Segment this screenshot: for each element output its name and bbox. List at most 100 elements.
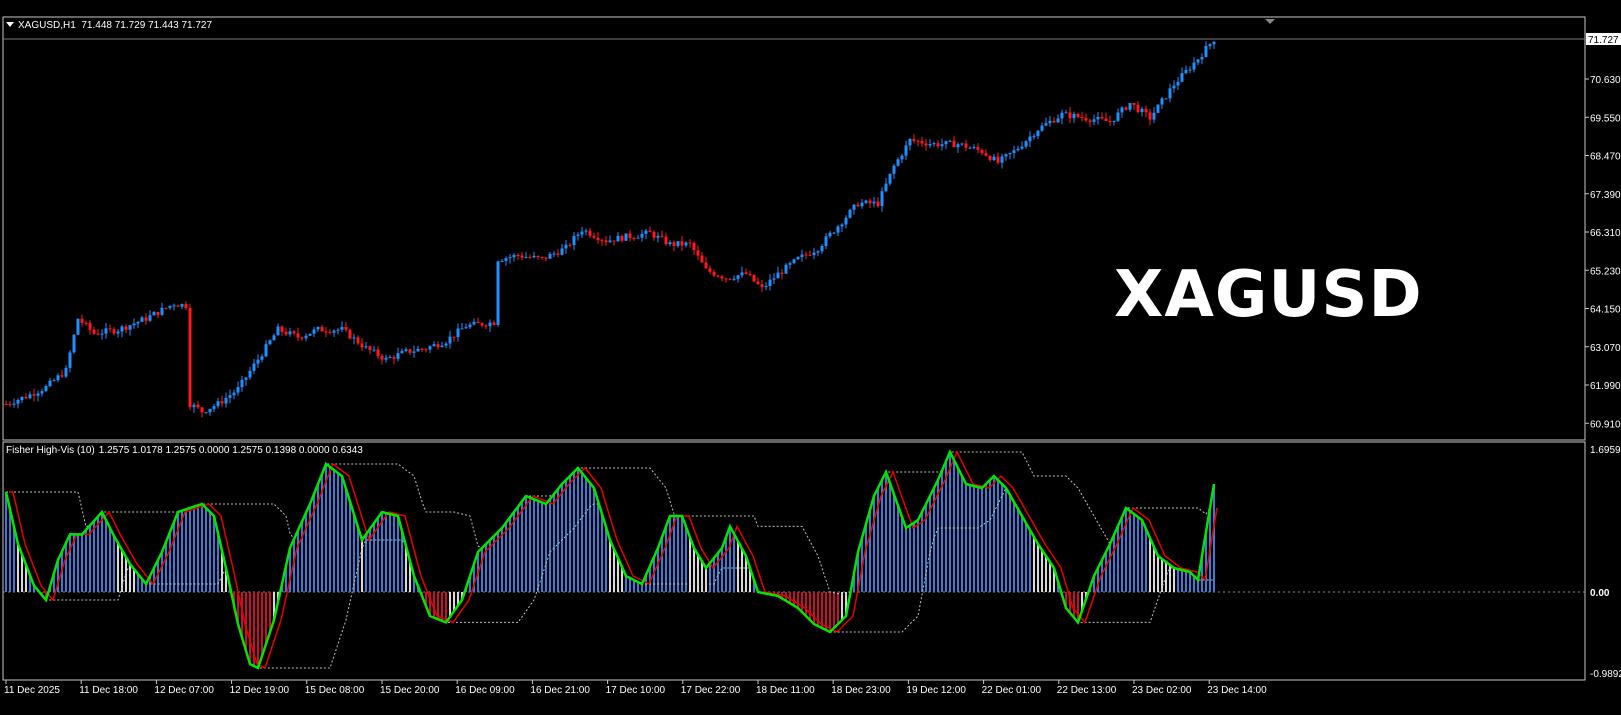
candle — [1120, 107, 1124, 113]
candle — [392, 357, 396, 359]
candle — [216, 401, 220, 407]
price-tick-label: 64.150 — [1590, 305, 1621, 316]
candle — [240, 379, 244, 388]
candle — [1092, 119, 1096, 122]
indicator-panel[interactable] — [2, 441, 1586, 681]
candle — [1000, 156, 1004, 163]
candle — [420, 348, 424, 350]
candle — [92, 329, 96, 334]
candle — [264, 344, 268, 357]
candle — [1084, 117, 1088, 121]
candle — [580, 231, 584, 235]
candle — [784, 264, 788, 274]
candle — [32, 394, 36, 396]
dropdown-triangle-icon[interactable] — [6, 22, 14, 27]
candle — [956, 144, 960, 148]
candle — [776, 272, 780, 279]
candle — [788, 263, 792, 265]
candle — [588, 230, 592, 236]
candle — [1008, 153, 1012, 155]
chart-shift-marker-icon[interactable] — [1265, 19, 1275, 24]
candle — [364, 346, 368, 348]
candle — [340, 327, 344, 330]
candle — [400, 350, 404, 354]
candle — [440, 345, 444, 348]
price-tick-label: 66.310 — [1590, 228, 1621, 239]
candle — [768, 279, 772, 287]
candle — [936, 143, 940, 147]
candle — [616, 235, 620, 242]
candle — [308, 333, 312, 336]
candle — [960, 143, 964, 145]
candle — [644, 230, 648, 234]
candle — [612, 240, 616, 242]
candle — [944, 141, 948, 145]
candle — [1204, 46, 1208, 57]
candle — [380, 355, 384, 360]
candle — [1096, 116, 1100, 120]
candle — [780, 272, 784, 274]
time-tick-label: 11 Dec 18:00 — [79, 685, 138, 696]
candle — [656, 235, 660, 238]
candle — [584, 230, 588, 232]
candle — [140, 317, 144, 322]
candle — [328, 332, 332, 334]
candle — [760, 284, 764, 287]
candle — [1020, 146, 1024, 149]
trading-chart[interactable]: 71.727 70.630 69.550 68.470 67.390 66.310 65.… — [0, 0, 1621, 715]
time-tick-label: 11 Dec 2025 — [4, 685, 60, 696]
candle — [884, 183, 888, 192]
candle — [516, 254, 520, 256]
candle — [836, 226, 840, 233]
candle — [304, 335, 308, 339]
candle — [844, 217, 848, 225]
candle — [96, 333, 100, 335]
candle — [648, 230, 652, 232]
candle — [220, 401, 224, 404]
candle — [168, 305, 172, 308]
time-tick-label: 22 Dec 01:00 — [982, 685, 1042, 696]
candle — [992, 156, 996, 161]
candle — [700, 255, 704, 263]
candle — [112, 329, 116, 334]
candle — [1088, 120, 1092, 122]
candle — [312, 329, 316, 334]
candle — [868, 200, 872, 204]
price-candles — [4, 41, 1216, 418]
candle — [16, 400, 20, 404]
candle — [552, 253, 556, 255]
candle — [604, 240, 608, 243]
time-tick-label: 15 Dec 20:00 — [380, 685, 440, 696]
candle — [732, 278, 736, 280]
candle — [852, 204, 856, 210]
candle — [980, 149, 984, 154]
time-tick-label: 18 Dec 23:00 — [831, 685, 891, 696]
candle — [932, 143, 936, 145]
time-tick-label: 22 Dec 13:00 — [1057, 685, 1117, 696]
candle — [1056, 118, 1060, 123]
candle — [204, 412, 208, 414]
candle — [504, 258, 508, 261]
candle — [816, 251, 820, 253]
candle — [968, 147, 972, 149]
candle — [848, 209, 852, 218]
candle — [908, 138, 912, 146]
symbol-label: XAGUSD,H1 — [18, 20, 76, 31]
candle — [712, 271, 716, 276]
time-tick-label: 12 Dec 07:00 — [154, 685, 214, 696]
main-price-panel[interactable] — [2, 16, 1586, 441]
candle — [108, 328, 112, 330]
candle — [976, 147, 980, 150]
candle — [640, 233, 644, 238]
candle — [1064, 112, 1068, 114]
candle — [704, 262, 708, 269]
candle — [692, 242, 696, 251]
candle — [176, 305, 180, 307]
candle — [76, 318, 80, 335]
candle — [232, 392, 236, 396]
candle — [296, 333, 300, 338]
candle — [1100, 116, 1104, 119]
candle — [68, 352, 72, 368]
candle — [388, 357, 392, 359]
candle — [720, 276, 724, 279]
